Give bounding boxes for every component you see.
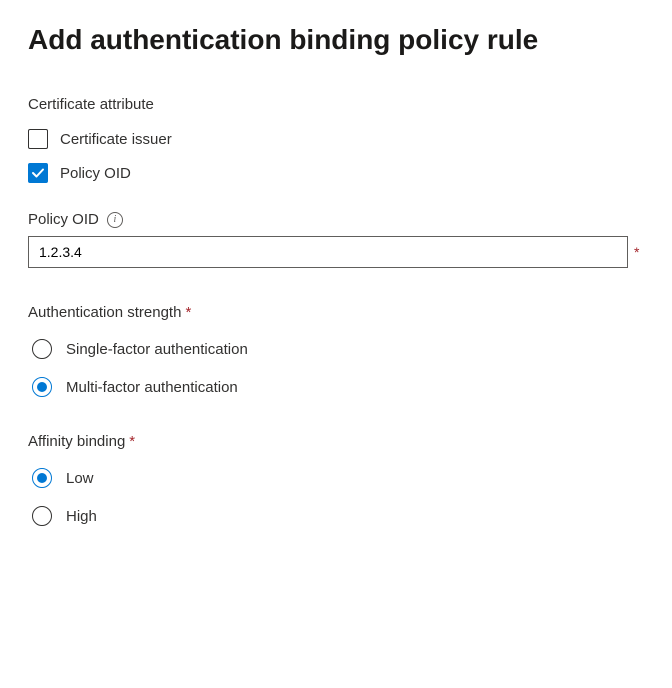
affinity-binding-section: Affinity binding* Low High: [28, 433, 644, 526]
checkmark-icon: [31, 166, 45, 180]
checkbox-certificate-issuer[interactable]: Certificate issuer: [28, 129, 644, 149]
radio-icon: [32, 339, 52, 359]
checkbox-policy-oid[interactable]: Policy OID: [28, 163, 644, 183]
policy-oid-label: Policy OID: [28, 211, 99, 228]
checkbox-icon: [28, 129, 48, 149]
radio-affinity-low[interactable]: Low: [28, 468, 644, 488]
required-indicator: *: [185, 304, 191, 321]
authentication-strength-label: Authentication strength*: [28, 304, 644, 321]
radio-label: Low: [66, 470, 94, 487]
radio-label: Single-factor authentication: [66, 341, 248, 358]
info-icon[interactable]: i: [107, 212, 123, 228]
policy-oid-input[interactable]: [28, 236, 628, 268]
certificate-attribute-section: Certificate attribute Certificate issuer…: [28, 96, 644, 183]
radio-icon: [32, 377, 52, 397]
checkbox-icon: [28, 163, 48, 183]
radio-affinity-high[interactable]: High: [28, 506, 644, 526]
checkbox-label: Policy OID: [60, 165, 131, 182]
policy-oid-field-group: Policy OID i *: [28, 211, 644, 268]
certificate-attribute-label: Certificate attribute: [28, 96, 644, 113]
radio-icon: [32, 506, 52, 526]
checkbox-label: Certificate issuer: [60, 131, 172, 148]
affinity-binding-label: Affinity binding*: [28, 433, 644, 450]
required-indicator: *: [634, 244, 639, 260]
page-title: Add authentication binding policy rule: [28, 24, 644, 56]
radio-icon: [32, 468, 52, 488]
radio-multi-factor[interactable]: Multi-factor authentication: [28, 377, 644, 397]
radio-label: High: [66, 508, 97, 525]
radio-single-factor[interactable]: Single-factor authentication: [28, 339, 644, 359]
authentication-strength-section: Authentication strength* Single-factor a…: [28, 304, 644, 397]
required-indicator: *: [129, 433, 135, 450]
radio-label: Multi-factor authentication: [66, 379, 238, 396]
